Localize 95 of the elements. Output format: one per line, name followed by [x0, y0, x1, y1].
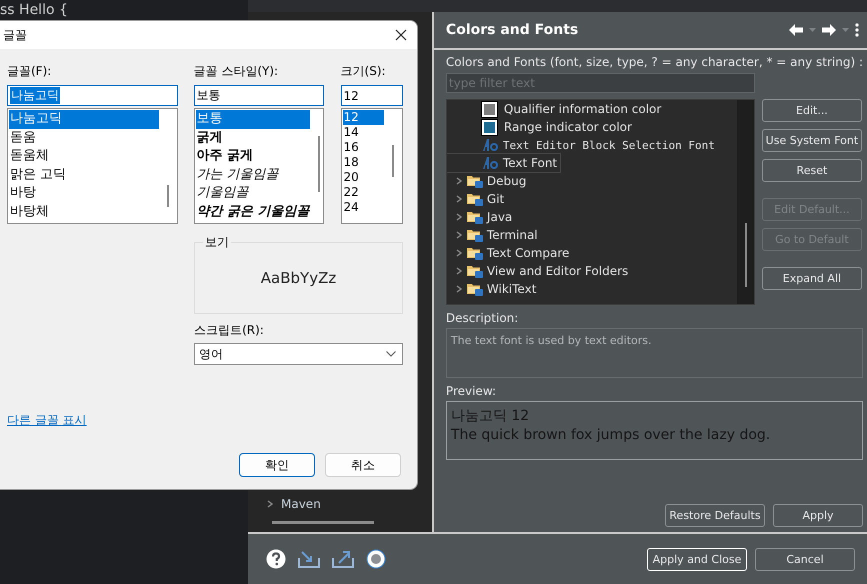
page-title: Colors and Fonts	[446, 22, 578, 38]
list-item[interactable]: 바탕	[9, 184, 159, 202]
page-button[interactable]: Restore Defaults	[665, 504, 765, 527]
tree-item[interactable]: Text Editor Block Selection Font	[446, 136, 718, 154]
list-item[interactable]: 기울임꼴	[196, 184, 310, 202]
side-button[interactable]: Reset	[762, 159, 862, 182]
list-item[interactable]: 16	[342, 140, 384, 155]
scrollbar[interactable]	[166, 185, 169, 207]
preview-label: Preview:	[446, 384, 498, 398]
side-button[interactable]: Use System Font	[762, 129, 862, 152]
script-dropdown[interactable]: 영어	[194, 343, 403, 365]
field-label: 크기(S):	[340, 63, 387, 80]
dialog-title: 글꼴	[3, 26, 27, 44]
tree-item[interactable]: Java	[446, 208, 737, 226]
list-item[interactable]: 20	[342, 170, 384, 185]
chevron-icon[interactable]	[454, 195, 463, 203]
more-icon[interactable]	[855, 23, 859, 37]
list-item[interactable]: 14	[342, 125, 384, 140]
folder-icon	[466, 192, 483, 206]
side-button[interactable]: Expand All	[762, 267, 862, 290]
list-item[interactable]: 돋움	[9, 128, 159, 147]
back-arrow-icon[interactable]	[789, 24, 803, 36]
dialog-button[interactable]: Cancel	[755, 548, 855, 570]
tree-item[interactable]: WikiText	[446, 280, 737, 298]
list-item[interactable]: 18	[342, 155, 384, 170]
page-button[interactable]: Apply	[773, 504, 863, 527]
scrollbar[interactable]	[392, 145, 394, 177]
dialog-button[interactable]: 확인	[239, 453, 315, 477]
field-value: 나눔고딕	[10, 87, 60, 104]
list-item[interactable]: 24	[342, 200, 384, 215]
sample-text: AaBbYyZz	[260, 269, 336, 287]
close-icon[interactable]	[395, 29, 407, 41]
code-text: ss Hello {	[0, 2, 68, 18]
folder-icon	[466, 282, 483, 296]
description-label: Description:	[446, 311, 520, 325]
list-item[interactable]: 돋움체	[9, 147, 159, 166]
field-label: 스크립트(R):	[194, 322, 265, 339]
font-icon	[482, 139, 498, 151]
input-field[interactable]: 보통	[194, 85, 324, 106]
record-icon[interactable]	[366, 549, 386, 569]
scrollbar[interactable]	[744, 223, 747, 287]
list-item[interactable]: 굵게	[196, 128, 310, 147]
chevron-icon[interactable]	[454, 249, 463, 257]
preview-text: The quick brown fox jumps over the lazy dog.	[450, 426, 772, 445]
list-item[interactable]: 약간 굵은 기울임꼴	[196, 202, 310, 221]
tree-item[interactable]: Git	[446, 190, 737, 208]
forward-arrow-icon[interactable]	[822, 24, 836, 36]
import-icon[interactable]	[298, 550, 320, 568]
description-text: The text font is used by text editors.	[446, 328, 863, 378]
list-item[interactable]: 나눔고딕	[9, 110, 159, 128]
field-value: 12	[344, 88, 359, 102]
list-item[interactable]: 맑은 고딕	[9, 166, 159, 184]
list-item[interactable]: 바탕체	[9, 202, 159, 221]
list-item[interactable]: 22	[342, 185, 384, 200]
tree-item[interactable]: Qualifier information color	[446, 100, 664, 118]
field-label: 글꼴(F):	[7, 63, 52, 80]
folder-icon	[466, 264, 483, 278]
more-fonts-link[interactable]: 다른 글꼴 표시	[7, 412, 87, 429]
side-button[interactable]: Edit...	[762, 99, 862, 122]
nav-label: Maven	[281, 497, 321, 511]
chevron-down-icon	[386, 351, 396, 357]
tree-item[interactable]: Range indicator color	[446, 118, 635, 136]
tree-item[interactable]: Terminal	[446, 226, 737, 244]
dialog-button[interactable]: Apply and Close	[647, 548, 747, 570]
folder-icon	[466, 174, 483, 188]
chevron-icon[interactable]	[454, 213, 463, 221]
help-icon[interactable]	[266, 549, 286, 569]
field-value: 보통	[196, 87, 221, 104]
folder-icon	[466, 210, 483, 224]
list-item[interactable]: 보통	[196, 110, 310, 128]
folder-icon	[466, 246, 483, 260]
tree-item[interactable]: Debug	[446, 172, 737, 190]
font-icon	[482, 157, 498, 169]
chevron-icon[interactable]	[454, 177, 463, 185]
tree-item[interactable]: Text Font	[446, 154, 560, 172]
dialog-button[interactable]: 취소	[325, 453, 401, 477]
list-item[interactable]: 12	[342, 110, 384, 125]
nav-item[interactable]: Maven	[248, 495, 432, 515]
sample-label: 보기	[203, 234, 232, 251]
list-item[interactable]: 가는 기울임꼴	[196, 166, 310, 184]
filter-label: Colors and Fonts (font, size, type, ? = any character, * = any string) :	[446, 55, 863, 69]
folder-icon	[466, 228, 483, 242]
tree-item[interactable]: View and Editor Folders	[446, 262, 737, 280]
chevron-icon[interactable]	[454, 231, 463, 239]
tree-item[interactable]: Text Compare	[446, 244, 737, 262]
input-field[interactable]: 12	[340, 85, 403, 106]
scrollbar[interactable]	[272, 521, 374, 524]
preview-text: 나눔고딕 12	[450, 407, 530, 426]
chevron-icon[interactable]	[454, 285, 463, 293]
input-field[interactable]: 나눔고딕	[7, 85, 178, 106]
list-item[interactable]: 아주 굵게	[196, 147, 310, 166]
scrollbar[interactable]	[318, 136, 320, 192]
chevron-icon[interactable]	[454, 267, 463, 275]
export-icon[interactable]	[332, 550, 354, 568]
field-label: 글꼴 스타일(Y):	[194, 63, 280, 80]
